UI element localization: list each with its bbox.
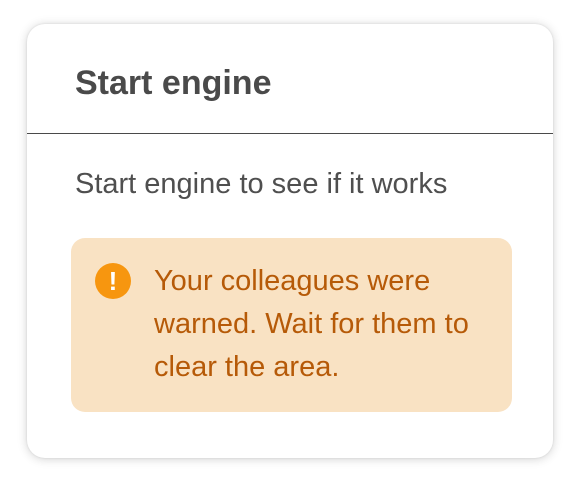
start-engine-dialog: Start engine Start engine to see if it w… xyxy=(27,24,553,458)
warning-banner: ! Your colleagues were warned. Wait for … xyxy=(71,238,512,412)
dialog-title: Start engine xyxy=(75,64,272,102)
dialog-message: Start engine to see if it works xyxy=(75,168,448,200)
exclamation-circle-icon: ! xyxy=(95,263,131,299)
dialog-header: Start engine xyxy=(27,24,553,134)
warning-text: Your colleagues were warned. Wait for th… xyxy=(154,265,469,383)
